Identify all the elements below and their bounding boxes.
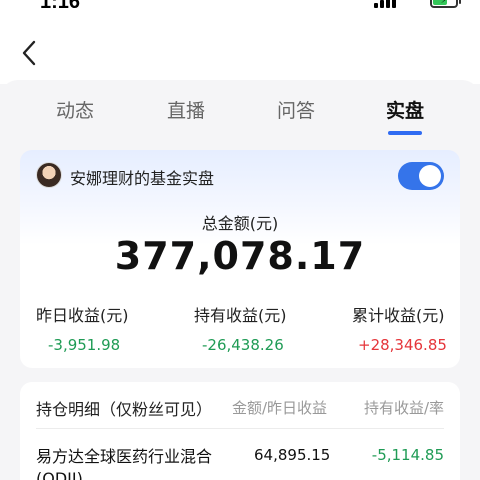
holdings-header: 持仓明细（仅粉丝可见） 金额/昨日收益 持有收益/率 [20,382,460,426]
stat-label: 持有收益(元) [194,306,287,325]
battery-charging-icon: ⚡ [430,0,461,8]
avatar[interactable] [36,162,62,188]
stat-value: -3,951.98 [48,336,121,354]
tab-wenda[interactable]: 问答 [277,96,315,123]
follow-toggle[interactable] [398,162,444,190]
stat-label: 昨日收益(元) [36,306,129,325]
nav-header [0,14,480,84]
tab-label: 动态 [56,100,95,122]
tab-label: 问答 [277,100,316,122]
holding-row[interactable]: 易方达全球医药行业混合(QDII) 64,895.15 -5,114.85 [20,438,460,480]
column-amount-header: 金额/昨日收益 [232,399,328,417]
holdings-title: 持仓明细（仅粉丝可见） [36,400,213,419]
back-button[interactable] [18,38,44,68]
cellular-signal-icon [374,0,396,8]
stat-cumulative: 累计收益(元) +28,346.85 [352,302,480,354]
status-time: 1:16 [40,0,81,13]
tab-label: 直播 [167,100,206,122]
stat-label: 累计收益(元) [352,306,445,325]
total-amount-value: 377,078.17 [114,234,366,278]
wifi-icon [404,0,422,8]
column-profit-header: 持有收益/率 [363,399,444,417]
holdings-card: 持仓明细（仅粉丝可见） 金额/昨日收益 持有收益/率 易方达全球医药行业混合(Q… [20,382,460,480]
total-amount-label: 总金额(元) [201,214,279,233]
toggle-knob [419,165,441,187]
status-icons: ⚡ [374,0,461,8]
stat-value: +28,346.85 [358,336,447,354]
stat-yesterday: 昨日收益(元) -3,951.98 [36,302,186,354]
fund-amount: 64,895.15 [254,446,331,464]
tab-label: 实盘 [386,100,425,122]
portfolio-owner-name: 安娜理财的基金实盘 [70,169,215,188]
tab-dongtai[interactable]: 动态 [56,96,94,123]
tab-shipan[interactable]: 实盘 [386,96,425,135]
portfolio-summary-card: 安娜理财的基金实盘 总金额(元) 377,078.17 昨日收益(元) -3,9… [20,150,460,368]
stat-value: -26,438.26 [202,336,284,354]
chevron-left-icon [22,40,36,66]
tab-bar: 动态 直播 问答 实盘 [0,84,480,140]
fund-name: 易方达全球医药行业混合(QDII) [36,447,213,480]
fund-profit: -5,114.85 [371,446,444,464]
divider [36,428,444,429]
status-bar: 1:16 ⚡ [0,0,480,14]
active-tab-indicator [388,131,423,135]
stat-holding: 持有收益(元) -26,438.26 [194,302,344,354]
tab-zhibo[interactable]: 直播 [167,96,205,123]
